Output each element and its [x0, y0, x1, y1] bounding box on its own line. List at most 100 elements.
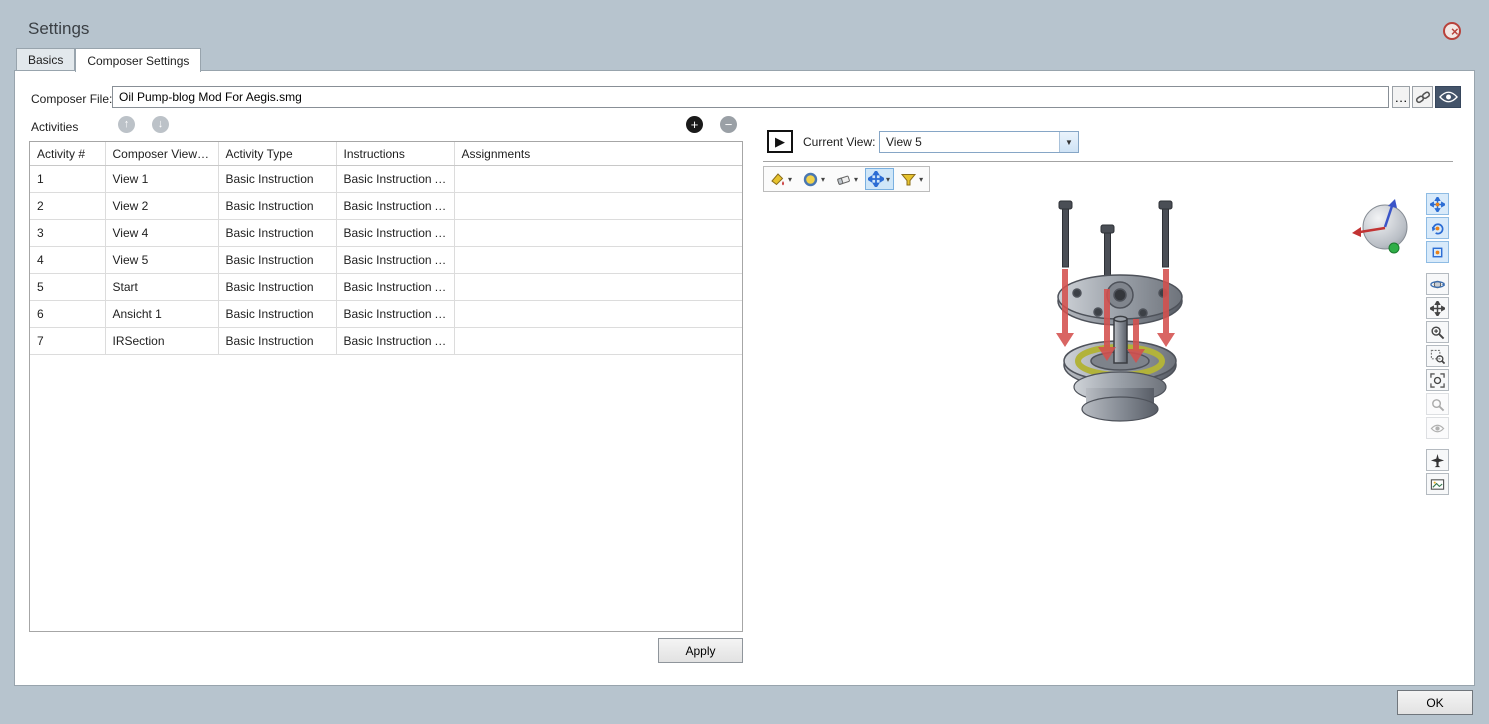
tab-basics[interactable]: Basics — [16, 48, 75, 70]
zoom-area-button[interactable] — [1426, 345, 1449, 367]
browse-ellipsis-icon: … — [1394, 90, 1407, 105]
cell-activity-type: Basic Instruction — [218, 301, 336, 328]
cell-activity-number: 3 — [30, 220, 105, 247]
cell-activity-number: 4 — [30, 247, 105, 274]
render-mode-tool-button[interactable]: ▾ — [799, 168, 829, 190]
close-button[interactable]: × — [1443, 22, 1461, 40]
filter-tool-button[interactable]: ▾ — [897, 168, 927, 190]
cell-instructions: Basic Instruction A... — [336, 193, 454, 220]
cell-activity-type: Basic Instruction — [218, 247, 336, 274]
table-row[interactable]: 3 View 4 Basic Instruction Basic Instruc… — [30, 220, 742, 247]
zoom-fit-button[interactable] — [1426, 369, 1449, 391]
arrow-down-icon: ↓ — [158, 118, 164, 130]
viewer-separator — [763, 161, 1453, 162]
cell-instructions: Basic Instruction A... — [336, 220, 454, 247]
col-activity-number: Activity # — [30, 142, 105, 166]
table-row[interactable]: 5 Start Basic Instruction Basic Instruct… — [30, 274, 742, 301]
viewport-toolbar: ▾ ▾ ▾ ▾ — [763, 166, 930, 192]
cell-assignments — [454, 301, 742, 328]
view-navigation-sphere[interactable] — [1351, 197, 1415, 261]
cell-instructions: Basic Instruction A... — [336, 301, 454, 328]
look-around-icon — [1430, 421, 1445, 436]
combobox-dropdown-button[interactable]: ▼ — [1059, 132, 1078, 152]
zoom-fit-icon — [1430, 373, 1445, 388]
cell-assignments — [454, 328, 742, 355]
zoom-area-icon — [1430, 349, 1445, 364]
cell-instructions: Basic Instruction A... — [336, 274, 454, 301]
color-tool-button[interactable]: ▾ — [766, 168, 796, 190]
zoom-selection-icon — [1430, 397, 1445, 412]
table-row[interactable]: 4 View 5 Basic Instruction Basic Instruc… — [30, 247, 742, 274]
transform-free-drag-button[interactable] — [1426, 241, 1449, 263]
cell-instructions: Basic Instruction A... — [336, 166, 454, 193]
add-activity-button[interactable]: + — [686, 116, 703, 133]
tab-composer-settings-label: Composer Settings — [87, 54, 189, 68]
browse-button[interactable]: … — [1392, 86, 1410, 108]
cell-activity-number: 6 — [30, 301, 105, 328]
look-around-button[interactable] — [1426, 417, 1449, 439]
cell-activity-number: 2 — [30, 193, 105, 220]
apply-button[interactable]: Apply — [658, 638, 743, 663]
play-icon: ▶ — [775, 134, 785, 149]
cell-activity-type: Basic Instruction — [218, 193, 336, 220]
fly-through-button[interactable] — [1426, 449, 1449, 471]
composer-settings-panel: Composer File: … Activities ↑ ↓ + − — [14, 70, 1475, 686]
move-activity-down-button[interactable]: ↓ — [152, 116, 169, 133]
col-instructions: Instructions — [336, 142, 454, 166]
cell-assignments — [454, 193, 742, 220]
render-mode-icon — [802, 171, 819, 188]
close-icon: × — [1451, 24, 1459, 39]
table-row[interactable]: 2 View 2 Basic Instruction Basic Instruc… — [30, 193, 742, 220]
cell-assignments — [454, 166, 742, 193]
toolbar-divider — [1426, 441, 1450, 447]
table-row[interactable]: 6 Ansicht 1 Basic Instruction Basic Inst… — [30, 301, 742, 328]
viewport-image-button[interactable] — [1426, 473, 1449, 495]
cell-composer-view: IRSection — [105, 328, 218, 355]
current-view-combobox[interactable]: View 5 ▼ — [879, 131, 1079, 153]
activities-table: Activity # Composer View(s) Activity Typ… — [29, 141, 743, 632]
move-tool-button[interactable]: ▾ — [865, 168, 894, 190]
view-control-toolbar — [1426, 193, 1450, 495]
link-file-button[interactable] — [1412, 86, 1433, 108]
orbit-button[interactable] — [1426, 273, 1449, 295]
cell-composer-view: Ansicht 1 — [105, 301, 218, 328]
image-icon — [1430, 477, 1445, 492]
cell-composer-view: View 5 — [105, 247, 218, 274]
cell-assignments — [454, 247, 742, 274]
table-row[interactable]: 1 View 1 Basic Instruction Basic Instruc… — [30, 166, 742, 193]
move-activity-up-button[interactable]: ↑ — [118, 116, 135, 133]
ok-button[interactable]: OK — [1397, 690, 1473, 715]
arrow-up-icon: ↑ — [124, 118, 130, 130]
tab-composer-settings[interactable]: Composer Settings — [75, 48, 201, 72]
zoom-button[interactable] — [1426, 321, 1449, 343]
airplane-icon — [1430, 453, 1445, 468]
transform-rotate-button[interactable] — [1426, 217, 1449, 239]
zoom-selection-button[interactable] — [1426, 393, 1449, 415]
col-composer-views: Composer View(s) — [105, 142, 218, 166]
pan-button[interactable] — [1426, 297, 1449, 319]
transform-translate-button[interactable] — [1426, 193, 1449, 215]
remove-activity-button[interactable]: − — [720, 116, 737, 133]
composer-file-input[interactable] — [112, 86, 1389, 108]
preview-button[interactable] — [1435, 86, 1461, 108]
cell-activity-number: 1 — [30, 166, 105, 193]
render-mode-caret-icon: ▾ — [820, 175, 826, 184]
eraser-tool-button[interactable]: ▾ — [832, 168, 862, 190]
filter-tool-icon — [900, 171, 917, 188]
free-drag-icon — [1430, 245, 1445, 260]
zoom-icon — [1430, 325, 1445, 340]
paint-tool-icon — [769, 171, 786, 188]
orbit-icon — [1430, 277, 1445, 292]
3d-viewport[interactable] — [763, 193, 1425, 685]
cell-assignments — [454, 220, 742, 247]
table-row[interactable]: 7 IRSection Basic Instruction Basic Inst… — [30, 328, 742, 355]
cell-composer-view: View 2 — [105, 193, 218, 220]
cell-activity-type: Basic Instruction — [218, 166, 336, 193]
color-tool-caret-icon: ▾ — [787, 175, 793, 184]
cell-activity-type: Basic Instruction — [218, 274, 336, 301]
dialog-title: Settings — [28, 19, 89, 39]
cell-activity-type: Basic Instruction — [218, 328, 336, 355]
play-button[interactable]: ▶ — [767, 130, 793, 153]
tab-bar: Basics Composer Settings — [16, 47, 201, 71]
cell-activity-number: 5 — [30, 274, 105, 301]
